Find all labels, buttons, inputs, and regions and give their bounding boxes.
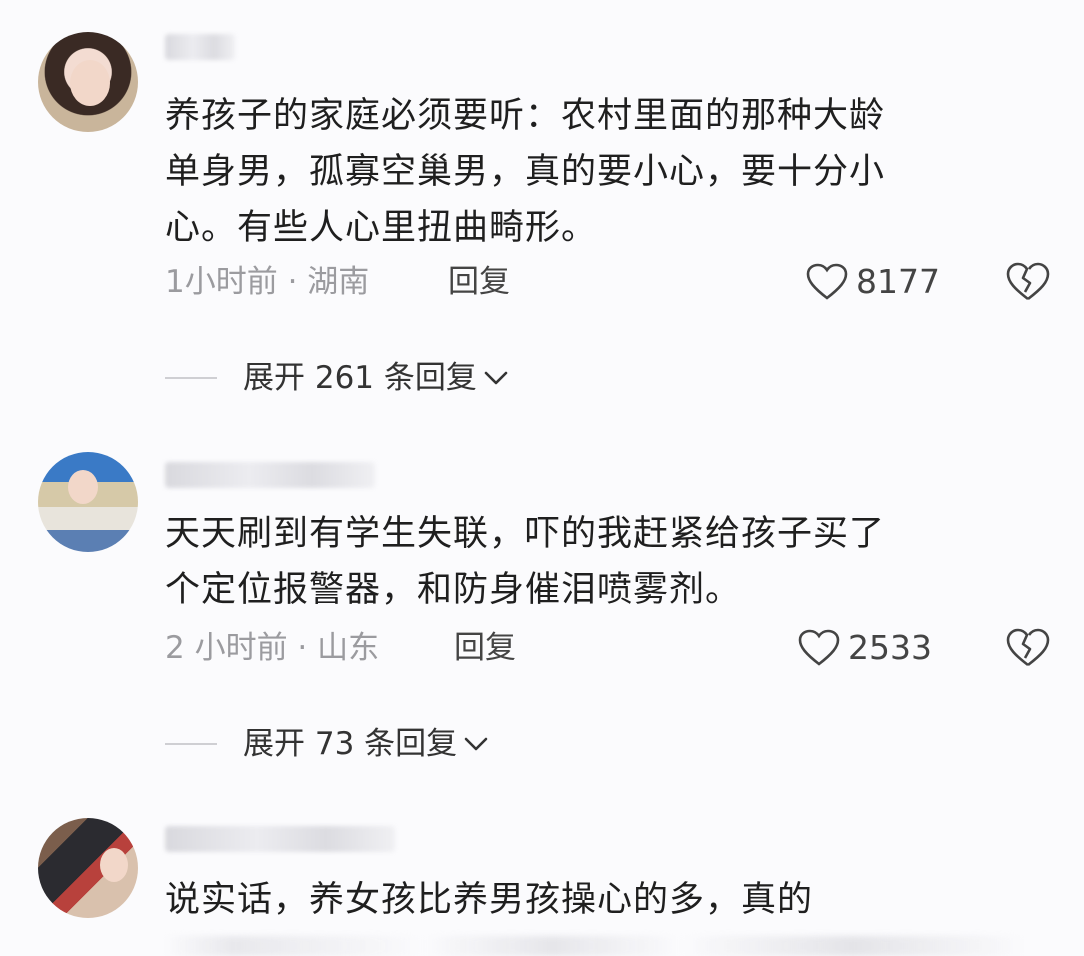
username-blurred[interactable]: [165, 826, 395, 852]
avatar[interactable]: [38, 32, 138, 132]
expand-replies-label: 展开 73 条回复: [243, 726, 458, 762]
like-button[interactable]: 2533: [798, 628, 932, 668]
divider-line: [165, 743, 217, 745]
expand-replies-button[interactable]: 展开 73 条回复: [165, 724, 489, 764]
heart-outline-icon: [798, 629, 840, 667]
comment-text: 说实话，养女孩比养男孩操心的多，真的: [165, 880, 814, 920]
divider-line: [165, 377, 217, 379]
heart-outline-icon: [806, 263, 848, 301]
expand-replies-label: 展开 261 条回复: [243, 360, 477, 396]
reply-button[interactable]: 回复: [454, 628, 516, 668]
like-count: 2533: [848, 628, 932, 667]
cut-off-meta-row: [165, 936, 1025, 956]
avatar-face: [100, 848, 128, 882]
broken-heart-icon: [1006, 628, 1050, 668]
like-count: 8177: [856, 262, 940, 301]
username-blurred[interactable]: [165, 34, 235, 60]
comment-text: 养孩子的家庭必须要听：农村里面的那种大龄 单身男，孤寡空巢男，真的要小心，要十分…: [165, 96, 886, 248]
chevron-down-icon: [463, 735, 489, 753]
chevron-down-icon: [483, 369, 509, 387]
broken-heart-icon: [1006, 262, 1050, 302]
comment-text: 天天刷到有学生失联，吓的我赶紧给孩子买了 个定位报警器，和防身催泪喷雾剂。: [165, 514, 886, 610]
dislike-button[interactable]: [1006, 628, 1050, 668]
reply-button[interactable]: 回复: [448, 262, 510, 302]
comment-meta: 2 小时前 · 山东: [165, 630, 380, 666]
avatar-face: [70, 60, 110, 106]
avatar-face: [68, 470, 98, 504]
like-button[interactable]: 8177: [806, 262, 940, 302]
avatar[interactable]: [38, 818, 138, 918]
username-blurred[interactable]: [165, 462, 375, 488]
expand-replies-button[interactable]: 展开 261 条回复: [165, 358, 509, 398]
dislike-button[interactable]: [1006, 262, 1050, 302]
avatar[interactable]: [38, 452, 138, 552]
comment-meta: 1小时前 · 湖南: [165, 264, 370, 300]
